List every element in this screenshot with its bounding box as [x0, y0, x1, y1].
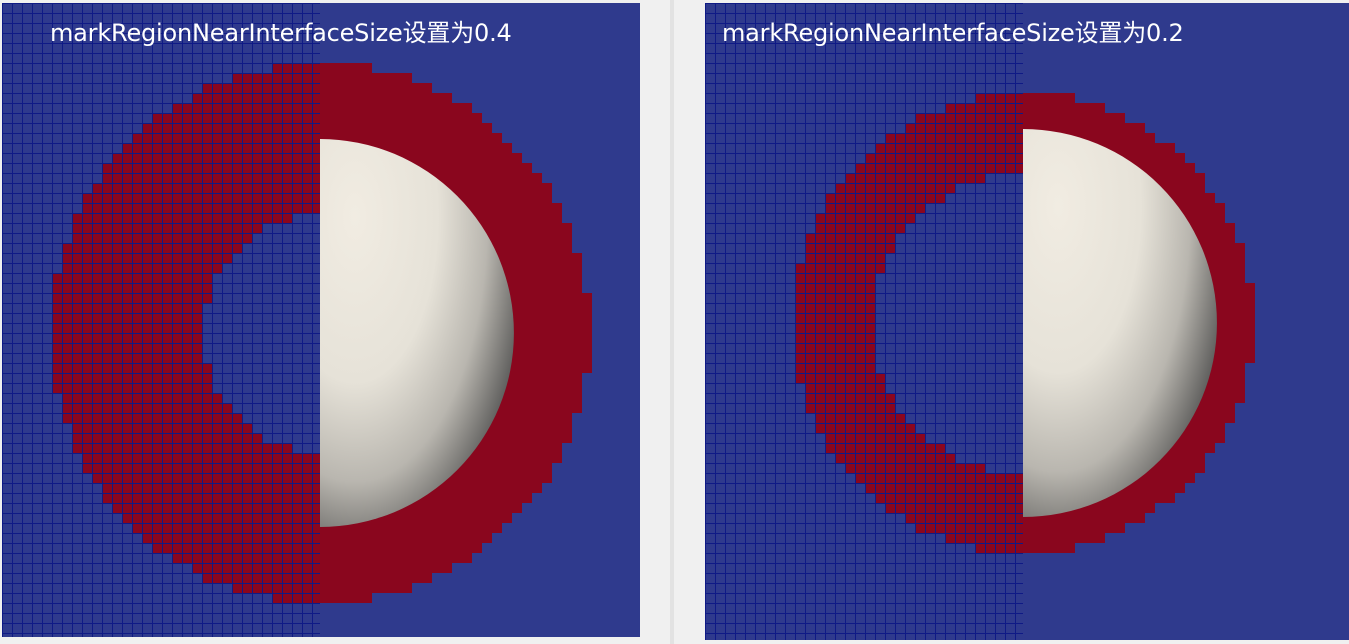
caption-right: markRegionNearInterfaceSize设置为0.2: [722, 19, 1184, 47]
mesh-view-left: markRegionNearInterfaceSize设置为0.4: [2, 3, 640, 637]
mesh-view-right: markRegionNearInterfaceSize设置为0.2: [705, 3, 1349, 640]
mesh-render-right: [705, 3, 1349, 640]
caption-left: markRegionNearInterfaceSize设置为0.4: [50, 19, 512, 47]
panel-divider: [670, 0, 674, 644]
mesh-render-left: [2, 3, 640, 637]
